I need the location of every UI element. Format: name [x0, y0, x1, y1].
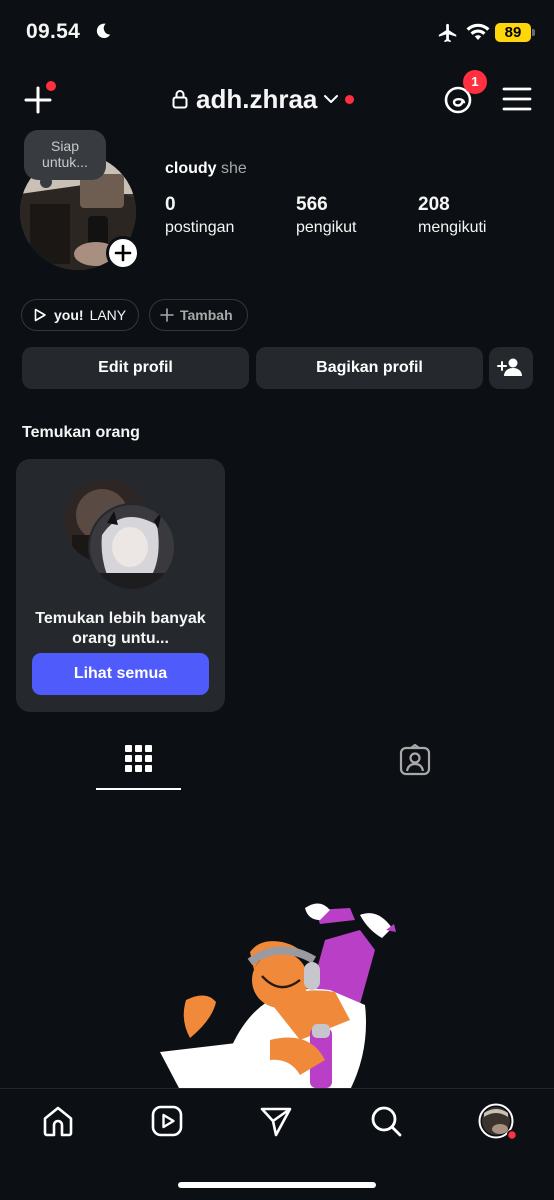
- add-label: Tambah: [180, 307, 233, 323]
- grid-icon: [125, 745, 152, 772]
- tab-tagged[interactable]: [375, 728, 455, 790]
- music-chip[interactable]: you! LANY: [21, 299, 139, 331]
- suggested-avatars: [64, 479, 176, 591]
- stat-value: 0: [165, 194, 176, 215]
- add-link-chip[interactable]: Tambah: [149, 299, 248, 331]
- note-text: Siap untuk...: [42, 138, 88, 170]
- threads-badge: 1: [463, 70, 487, 94]
- play-icon: [34, 308, 46, 322]
- airplane-icon: [438, 23, 457, 43]
- home-icon: [43, 1106, 73, 1137]
- nav-reels[interactable]: [149, 1103, 185, 1139]
- create-button[interactable]: [22, 81, 56, 116]
- username: adh.zhraa: [196, 83, 318, 114]
- menu-icon: [502, 87, 532, 111]
- stat-value: 208: [418, 194, 450, 215]
- discover-card[interactable]: Temukan lebih banyak orang untu... Lihat…: [16, 459, 225, 712]
- discover-title: Temukan orang: [22, 424, 140, 441]
- chevron-down-icon: [324, 95, 339, 103]
- home-indicator: [178, 1182, 376, 1188]
- profile-header: adh.zhraa 1: [0, 68, 554, 128]
- nav-search[interactable]: [368, 1103, 404, 1139]
- nav-home[interactable]: [40, 1103, 76, 1139]
- empty-state-illustration: [160, 903, 396, 1090]
- send-icon: [260, 1107, 292, 1137]
- stat-followers[interactable]: 566 pengikut: [296, 194, 357, 237]
- menu-button[interactable]: [502, 86, 532, 112]
- battery-indicator: 89: [495, 23, 531, 42]
- see-all-button[interactable]: Lihat semua: [32, 653, 209, 695]
- nav-profile[interactable]: [478, 1103, 518, 1141]
- note-tail: [40, 176, 52, 188]
- tagged-icon: [399, 744, 431, 776]
- plus-icon: [160, 308, 174, 322]
- nav-messages[interactable]: [258, 1103, 294, 1139]
- edit-profile-button[interactable]: Edit profil: [22, 347, 249, 389]
- suggested-people-button[interactable]: [489, 347, 533, 389]
- status-bar: 09.54 89: [0, 0, 554, 64]
- plus-icon: [114, 244, 132, 262]
- notification-dot: [46, 81, 56, 91]
- stat-label: mengikuti: [418, 219, 487, 236]
- profile-tabs: [0, 728, 554, 790]
- add-story-button[interactable]: [106, 236, 140, 270]
- profile-name: cloudy she: [165, 160, 247, 178]
- pronouns: she: [221, 160, 247, 177]
- moon-icon: [96, 23, 111, 39]
- add-person-icon: [497, 358, 522, 376]
- lock-icon: [172, 90, 188, 109]
- profile-avatar-icon: [478, 1103, 518, 1141]
- note-bubble[interactable]: Siap untuk...: [24, 130, 106, 188]
- account-switcher[interactable]: adh.zhraa: [172, 82, 355, 116]
- stat-value: 566: [296, 194, 328, 215]
- music-artist: LANY: [89, 307, 127, 323]
- share-profile-button[interactable]: Bagikan profil: [256, 347, 483, 389]
- stat-posts[interactable]: 0 postingan: [165, 194, 234, 237]
- battery-tip: [532, 29, 535, 36]
- account-notification-dot: [345, 94, 355, 104]
- stat-label: pengikut: [296, 219, 357, 236]
- stat-following[interactable]: 208 mengikuti: [418, 194, 486, 237]
- music-title: you!: [54, 307, 84, 323]
- status-time: 09.54: [26, 20, 81, 43]
- reels-icon: [151, 1105, 183, 1137]
- tab-posts[interactable]: [96, 728, 181, 790]
- wifi-icon: [466, 23, 490, 40]
- discover-card-text: Temukan lebih banyak orang untu...: [16, 609, 225, 649]
- display-name: cloudy: [165, 160, 217, 177]
- stat-label: postingan: [165, 219, 235, 236]
- discover-card-label: Temukan lebih banyak orang untu...: [35, 610, 206, 647]
- search-icon: [371, 1106, 402, 1137]
